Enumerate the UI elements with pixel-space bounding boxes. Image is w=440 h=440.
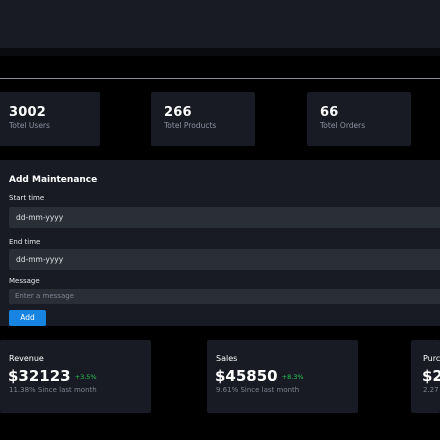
kpi-value: $2 (422, 367, 440, 385)
kpi-value: $32123 (8, 367, 71, 385)
kpi-subtext: 9.61% Since last month (216, 386, 300, 394)
stat-value: 266 (164, 105, 192, 120)
kpi-title: Purc (423, 354, 440, 363)
section-divider (0, 78, 440, 79)
message-input[interactable]: Enter a message (9, 289, 440, 304)
message-label: Message (9, 277, 40, 285)
start-time-label: Start time (9, 194, 45, 202)
dashboard-page: 3002 Totel Users 266 Totel Products 66 T… (0, 0, 440, 440)
kpi-value-row: $32123 +3.5% (8, 367, 97, 385)
kpi-card-revenue: Revenue $32123 +3.5% 11.38% Since last mo… (0, 340, 151, 413)
stat-card-users: 3002 Totel Users (0, 92, 100, 146)
stat-card-products: 266 Totel Products (151, 92, 255, 146)
stat-label: Totel Orders (320, 121, 366, 130)
kpi-value-row: $2 (422, 367, 440, 385)
stat-value: 66 (320, 105, 339, 120)
maintenance-title: Add Maintenance (9, 175, 98, 185)
kpi-card-sales: Sales $45850 +8.3% 9.61% Since last month (207, 340, 358, 413)
kpi-value: $45850 (215, 367, 278, 385)
top-header-bar (0, 0, 440, 48)
end-time-label: End time (9, 238, 41, 246)
header-shadow (0, 48, 440, 56)
kpi-subtext: 2.27 (423, 386, 439, 394)
kpi-subtext: 11.38% Since last month (9, 386, 97, 394)
start-time-input[interactable]: dd-mm-yyyy (9, 207, 440, 228)
end-time-input[interactable]: dd-mm-yyyy (9, 249, 440, 270)
kpi-title: Sales (216, 354, 238, 363)
kpi-change: +8.3% (281, 372, 304, 381)
stat-label: Totel Products (164, 121, 217, 130)
add-maintenance-button[interactable]: Add (9, 310, 46, 326)
kpi-card-purchases: Purc $2 2.27 (411, 340, 440, 413)
stat-card-orders: 66 Totel Orders (307, 92, 411, 146)
kpi-value-row: $45850 +8.3% (215, 367, 304, 385)
stat-value: 3002 (9, 105, 46, 120)
kpi-change: +3.5% (74, 372, 97, 381)
stat-label: Totel Users (9, 121, 50, 130)
kpi-title: Revenue (9, 354, 44, 363)
